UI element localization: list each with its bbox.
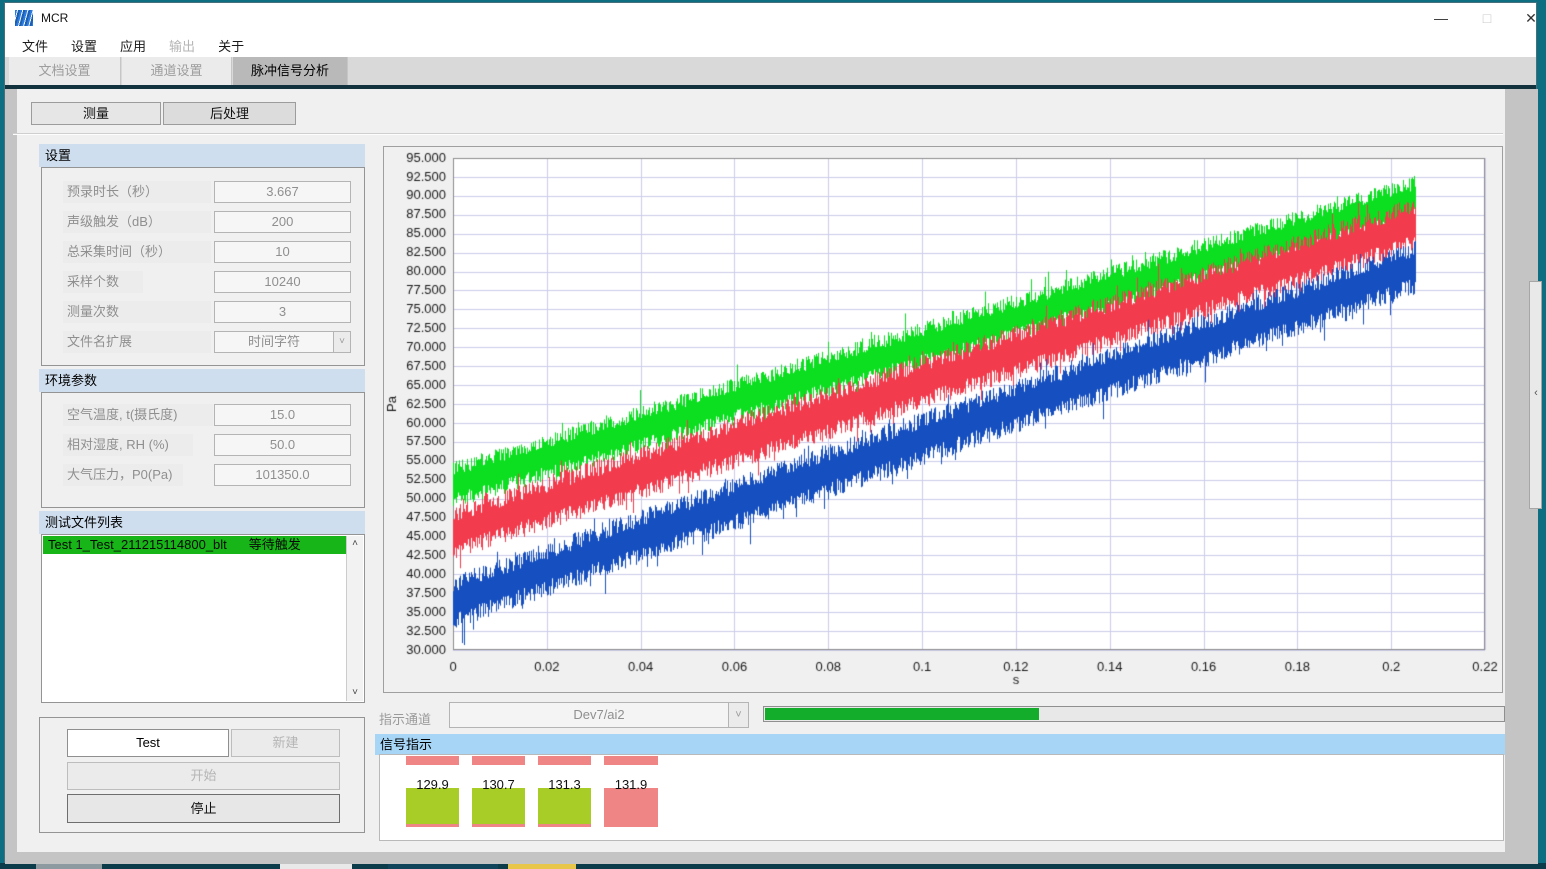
taskbar-icon bbox=[36, 864, 102, 869]
menu-apply[interactable]: 应用 bbox=[115, 36, 151, 55]
tab-divider bbox=[5, 85, 1536, 89]
signal-block bbox=[406, 788, 459, 827]
signal-value: 130.7 bbox=[472, 778, 525, 792]
postprocess-button[interactable]: 后处理 bbox=[163, 102, 296, 125]
file-list-row[interactable]: Test 1_Test_211215114800_blt 等待触发 bbox=[43, 536, 348, 554]
bottom-margin bbox=[5, 852, 1538, 864]
tab-pulse-signal-analysis[interactable]: 脉冲信号分析 bbox=[233, 57, 348, 85]
signal-block bbox=[472, 788, 525, 827]
desktop: MCR — □ ✕ 文件 设置 应用 输出 关于 文档设置 通道设置 脉冲信号分… bbox=[0, 0, 1546, 869]
field-label-pressure: 大气压力，P0(Pa) bbox=[63, 464, 183, 486]
scroll-up-icon[interactable]: ˄ bbox=[347, 536, 363, 552]
indicator-channel-value: Dev7/ai2 bbox=[573, 707, 624, 722]
menu-output: 输出 bbox=[164, 36, 200, 55]
taskbar-icon bbox=[508, 864, 576, 869]
field-label-humidity: 相对湿度, RH (%) bbox=[63, 434, 193, 456]
signal-block bbox=[604, 788, 658, 827]
taskbar-icon bbox=[388, 864, 498, 869]
signal-topbar bbox=[604, 756, 658, 765]
signal-topbar bbox=[472, 756, 525, 765]
window-title: MCR bbox=[41, 3, 68, 33]
new-button[interactable]: 新建 bbox=[231, 729, 340, 757]
file-list-section-title: 测试文件列表 bbox=[39, 511, 365, 534]
collapse-arrow-icon: ‹ bbox=[1531, 387, 1541, 399]
tab-strip: 文档设置 通道设置 脉冲信号分析 bbox=[5, 57, 1536, 85]
close-button-icon[interactable]: ✕ bbox=[1515, 3, 1546, 33]
field-label-air-temp: 空气温度, t(摄氏度) bbox=[63, 404, 213, 426]
field-label-measure-times: 测量次数 bbox=[63, 301, 211, 323]
test-file-list[interactable]: Test 1_Test_211215114800_blt 等待触发 ˄ ˅ bbox=[41, 534, 365, 703]
file-list-scrollbar[interactable]: ˄ ˅ bbox=[346, 536, 363, 701]
file-name: Test 1_Test_211215114800_blt bbox=[48, 537, 227, 552]
progress-fill bbox=[765, 708, 1039, 720]
menu-file[interactable]: 文件 bbox=[17, 36, 53, 55]
menu-about[interactable]: 关于 bbox=[213, 36, 249, 55]
field-measure-times[interactable]: 3 bbox=[214, 301, 351, 323]
signal-section-title: 信号指示 bbox=[375, 734, 1505, 755]
collapse-panel-handle[interactable]: ‹ bbox=[1529, 281, 1542, 509]
field-label-trigger-level: 声级触发（dB） bbox=[63, 211, 211, 233]
field-label-prerecord: 预录时长（秒） bbox=[63, 181, 211, 203]
field-trigger-level[interactable]: 200 bbox=[214, 211, 351, 233]
menu-settings[interactable]: 设置 bbox=[66, 36, 102, 55]
test-name-input[interactable]: Test bbox=[67, 729, 229, 757]
left-margin bbox=[5, 89, 17, 852]
signal-topbar bbox=[406, 756, 459, 765]
tab-document-settings[interactable]: 文档设置 bbox=[9, 57, 121, 85]
measure-button[interactable]: 测量 bbox=[31, 102, 161, 125]
indicator-channel-label: 指示通道 bbox=[379, 709, 449, 725]
filename-ext-value: 时间字符 bbox=[248, 334, 300, 349]
field-label-filename-ext: 文件名扩展 bbox=[63, 331, 211, 353]
graph-panel bbox=[383, 146, 1503, 693]
field-label-total-time: 总采集时间（秒） bbox=[63, 241, 211, 263]
taskbar-icon bbox=[280, 864, 352, 869]
filename-ext-dropdown[interactable]: 时间字符 ˅ bbox=[214, 331, 351, 353]
signal-value: 131.9 bbox=[604, 778, 658, 792]
acquisition-progress-bar bbox=[763, 706, 1505, 722]
tab-channel-settings[interactable]: 通道设置 bbox=[122, 57, 232, 85]
mcr-app-icon bbox=[15, 10, 33, 26]
chevron-down-icon[interactable]: ˅ bbox=[333, 332, 350, 352]
divider bbox=[13, 133, 1503, 135]
settings-section-title: 设置 bbox=[39, 144, 365, 167]
signal-value: 129.9 bbox=[406, 778, 459, 792]
field-air-temp[interactable]: 15.0 bbox=[214, 404, 351, 426]
chevron-down-icon[interactable]: ˅ bbox=[728, 703, 748, 727]
minimize-button-icon[interactable]: — bbox=[1425, 3, 1457, 33]
pulse-signal-chart bbox=[384, 147, 1502, 692]
signal-topbar bbox=[538, 756, 591, 765]
app-window: MCR — □ ✕ 文件 设置 应用 输出 关于 文档设置 通道设置 脉冲信号分… bbox=[4, 2, 1537, 863]
scroll-down-icon[interactable]: ˅ bbox=[347, 685, 363, 701]
start-button[interactable]: 开始 bbox=[67, 762, 340, 790]
indicator-channel-dropdown[interactable]: Dev7/ai2 ˅ bbox=[449, 702, 749, 728]
title-bar[interactable]: MCR — □ ✕ bbox=[5, 3, 1536, 33]
field-prerecord-duration[interactable]: 3.667 bbox=[214, 181, 351, 203]
menu-bar: 文件 设置 应用 输出 关于 bbox=[5, 33, 1536, 57]
file-status-badge: 等待触发 bbox=[249, 537, 301, 552]
signal-block bbox=[538, 788, 591, 827]
field-total-time[interactable]: 10 bbox=[214, 241, 351, 263]
environment-section-title: 环境参数 bbox=[39, 369, 365, 392]
field-humidity[interactable]: 50.0 bbox=[214, 434, 351, 456]
field-pressure[interactable]: 101350.0 bbox=[214, 464, 351, 486]
field-sample-count[interactable]: 10240 bbox=[214, 271, 351, 293]
field-label-sample-count: 采样个数 bbox=[63, 271, 143, 293]
stop-button[interactable]: 停止 bbox=[67, 794, 340, 823]
maximize-button-icon[interactable]: □ bbox=[1471, 3, 1503, 33]
signal-value: 131.3 bbox=[538, 778, 591, 792]
